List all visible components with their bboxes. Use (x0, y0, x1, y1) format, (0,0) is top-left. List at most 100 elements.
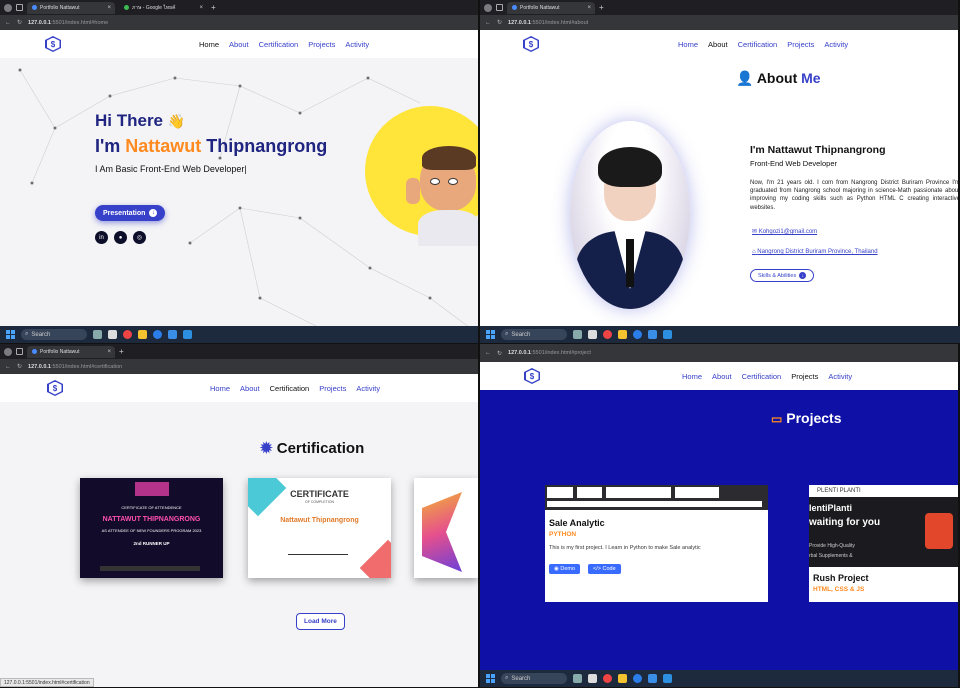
explorer-icon[interactable] (573, 330, 582, 339)
section-title: ✹ Certification (260, 440, 365, 457)
load-more-button[interactable]: Load More (296, 613, 345, 630)
edge-icon[interactable] (633, 330, 642, 339)
nav-home[interactable]: Home (199, 40, 219, 49)
nav-home[interactable]: Home (682, 372, 702, 381)
nav-activity[interactable]: Activity (828, 372, 852, 381)
windows-icon[interactable] (486, 330, 495, 339)
nav-certification[interactable]: Certification (742, 372, 782, 381)
close-icon[interactable]: × (199, 5, 203, 11)
tab-actions-icon[interactable] (16, 348, 23, 355)
store-icon[interactable] (168, 330, 177, 339)
location-link[interactable]: ⌂ Nangrong District Buriram Province, Th… (752, 249, 878, 255)
url-field[interactable]: 127.0.0.1:5501/index.html#about (508, 20, 588, 26)
nav-about[interactable]: About (240, 384, 260, 393)
nav-certification[interactable]: Certification (259, 40, 299, 49)
browser-tab[interactable]: Portfolio Nattawut × (507, 1, 595, 14)
new-tab-button[interactable]: + (211, 3, 216, 12)
new-tab-button[interactable]: + (119, 347, 124, 356)
back-icon[interactable]: ← (5, 20, 11, 26)
nav-certification[interactable]: Certification (738, 40, 778, 49)
certificate-card[interactable]: CERTIFICATE OF ATTENDENCE NATTAWUT THIPN… (80, 478, 223, 578)
edge-icon[interactable] (633, 674, 642, 683)
windows-icon[interactable] (486, 674, 495, 683)
instagram-icon[interactable]: ◎ (133, 231, 146, 244)
back-icon[interactable]: ← (5, 364, 11, 370)
close-icon[interactable]: × (107, 349, 111, 355)
nav-activity[interactable]: Activity (345, 40, 369, 49)
profile-icon[interactable] (484, 3, 492, 12)
back-icon[interactable]: ← (485, 350, 491, 356)
code-button[interactable]: </> Code (588, 564, 621, 574)
github-icon[interactable]: ● (114, 231, 127, 244)
url-field[interactable]: 127.0.0.1:5501/index.html#certification (28, 364, 122, 370)
logo[interactable]: $ (47, 380, 63, 396)
url-field[interactable]: 127.0.0.1:5501/index.html#home (28, 20, 108, 26)
back-icon[interactable]: ← (485, 20, 491, 26)
nav-home[interactable]: Home (678, 40, 698, 49)
nav-about[interactable]: About (708, 40, 728, 49)
nav-projects[interactable]: Projects (791, 372, 818, 381)
windows-icon[interactable] (6, 330, 15, 339)
project-card[interactable]: PLENTI PLANTI lentiPlanti waiting for yo… (809, 485, 958, 602)
folder-icon[interactable] (618, 330, 627, 339)
logo[interactable]: $ (524, 368, 540, 384)
about-description: Now, I'm 21 years old. I com from Nangro… (750, 180, 958, 211)
logo[interactable]: $ (523, 36, 539, 52)
new-tab-button[interactable]: + (599, 3, 604, 12)
url-field[interactable]: 127.0.0.1:5501/index.html#project (508, 350, 591, 356)
close-icon[interactable]: × (107, 5, 111, 11)
app-icon[interactable] (588, 674, 597, 683)
taskbar-search[interactable]: ⌕ Search (501, 673, 567, 684)
nav-activity[interactable]: Activity (824, 40, 848, 49)
chrome-icon[interactable] (123, 330, 132, 339)
email-link[interactable]: ✉ Kohgozi1@gmail.com (752, 228, 817, 235)
certificate-card[interactable]: CERTIFICATE OF COMPLETION Nattawut Thipn… (248, 478, 391, 578)
certificate-card[interactable] (414, 478, 478, 578)
nav-about[interactable]: About (712, 372, 732, 381)
folder-icon[interactable] (138, 330, 147, 339)
explorer-icon[interactable] (573, 674, 582, 683)
nav-about[interactable]: About (229, 40, 249, 49)
app-icon[interactable] (108, 330, 117, 339)
folder-icon[interactable] (618, 674, 627, 683)
logo[interactable]: $ (45, 36, 61, 52)
nav-projects[interactable]: Projects (319, 384, 346, 393)
profile-icon[interactable] (4, 347, 12, 356)
close-icon[interactable]: × (587, 5, 591, 11)
project-card[interactable]: Sale Analytic PYTHON This is my first pr… (545, 485, 768, 602)
nav-projects[interactable]: Projects (308, 40, 335, 49)
edge-icon[interactable] (153, 330, 162, 339)
tab-actions-icon[interactable] (496, 4, 503, 11)
store-icon[interactable] (648, 674, 657, 683)
vscode-icon[interactable] (663, 330, 672, 339)
address-bar: ← ↻ 127.0.0.1:5501/index.html#certificati… (0, 359, 478, 374)
browser-tab[interactable]: ภาษ - Google ไทยค้ × (119, 2, 207, 14)
browser-tab[interactable]: Portfolio Nattawut × (27, 345, 115, 358)
taskbar-search[interactable]: ⌕ Search (21, 329, 87, 340)
browser-tab[interactable]: Portfolio Nattawut × (27, 1, 115, 14)
chrome-icon[interactable] (603, 674, 612, 683)
nav-home[interactable]: Home (210, 384, 230, 393)
skills-button[interactable]: Skills & Abilities ↓ (750, 269, 815, 282)
demo-button[interactable]: ◉ Demo (549, 564, 581, 574)
vscode-icon[interactable] (663, 674, 672, 683)
about-name: I'm Nattawut Thipnangrong (750, 144, 886, 156)
code-icon: </> (593, 566, 601, 572)
nav-certification[interactable]: Certification (270, 384, 310, 393)
reload-icon[interactable]: ↻ (17, 19, 22, 26)
nav-projects[interactable]: Projects (787, 40, 814, 49)
presentation-button[interactable]: Presentation ↓ (95, 205, 166, 221)
nav-activity[interactable]: Activity (356, 384, 380, 393)
reload-icon[interactable]: ↻ (497, 350, 502, 357)
linkedin-icon[interactable]: in (95, 231, 108, 244)
reload-icon[interactable]: ↻ (17, 363, 22, 370)
app-icon[interactable] (588, 330, 597, 339)
chrome-icon[interactable] (603, 330, 612, 339)
explorer-icon[interactable] (93, 330, 102, 339)
taskbar-search[interactable]: ⌕ Search (501, 329, 567, 340)
store-icon[interactable] (648, 330, 657, 339)
tab-actions-icon[interactable] (16, 4, 23, 11)
vscode-icon[interactable] (183, 330, 192, 339)
profile-icon[interactable] (4, 3, 12, 12)
reload-icon[interactable]: ↻ (497, 19, 502, 26)
